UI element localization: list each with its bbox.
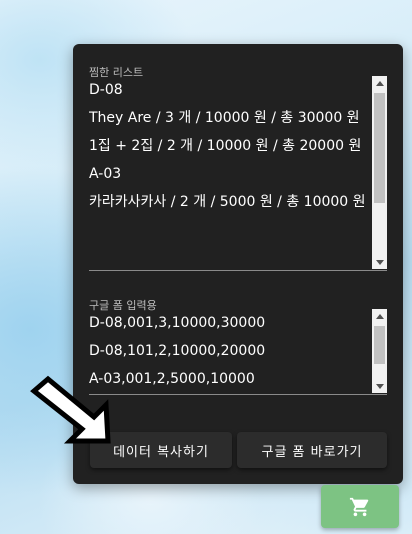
arrow-pointer-icon [30, 375, 111, 444]
google-form-button[interactable]: 구글 폼 바로가기 [237, 432, 387, 468]
scroll-up-icon[interactable] [372, 76, 387, 90]
wishlist-panel: 찜한 리스트 D-08 They Are / 3 개 / 10000 원 / 총… [73, 44, 403, 484]
form-input-scrollbar[interactable] [372, 309, 387, 393]
scroll-thumb[interactable] [374, 326, 385, 364]
wishlist-textarea[interactable]: D-08 They Are / 3 개 / 10000 원 / 총 30000 … [89, 76, 372, 269]
scroll-thumb[interactable] [374, 93, 385, 203]
form-input-field: 구글 폼 입력용 D-08,001,3,10000,30000 D-08,101… [89, 295, 387, 395]
scroll-down-icon[interactable] [372, 379, 387, 393]
wishlist-scrollbar[interactable] [372, 76, 387, 269]
scroll-down-icon[interactable] [372, 255, 387, 269]
shopping-cart-icon [349, 497, 369, 516]
wishlist-field: 찜한 리스트 D-08 They Are / 3 개 / 10000 원 / 총… [89, 62, 387, 271]
form-input-textarea[interactable]: D-08,001,3,10000,30000 D-08,101,2,10000,… [89, 309, 372, 393]
scroll-up-icon[interactable] [372, 309, 387, 323]
cart-button[interactable] [321, 485, 399, 528]
